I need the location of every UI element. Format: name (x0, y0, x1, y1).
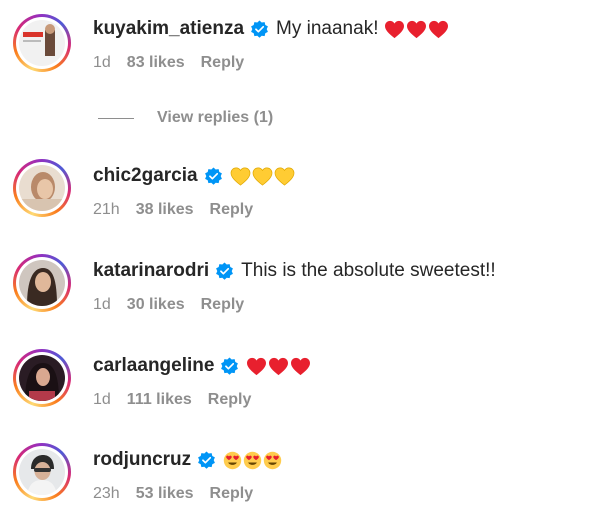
likes-count[interactable]: 30 likes (127, 296, 185, 314)
comment-item: rodjuncruz 23h 53 likes Reply (0, 443, 600, 523)
yellow-heart-icon (274, 167, 294, 186)
avatar[interactable] (13, 349, 71, 407)
likes-count[interactable]: 83 likes (127, 54, 185, 72)
divider (98, 117, 134, 119)
comment-username[interactable]: chic2garcia (93, 165, 198, 187)
view-replies-button[interactable]: View replies (1) (98, 106, 273, 130)
reply-button[interactable]: Reply (201, 296, 245, 314)
comment-username[interactable]: katarinarodri (93, 260, 209, 282)
verified-badge-icon (220, 356, 239, 376)
verified-badge-icon (197, 450, 216, 470)
comment-item: katarinarodri This is the absolute sweet… (0, 254, 600, 334)
likes-count[interactable]: 38 likes (136, 201, 194, 219)
heart-eyes-face-icon (263, 451, 282, 469)
red-heart-icon (247, 357, 267, 375)
red-heart-icon (269, 357, 289, 375)
yellow-heart-icon (252, 167, 272, 186)
heart-eyes-face-icon (223, 451, 242, 469)
comment-time: 23h (93, 485, 120, 502)
verified-badge-icon (204, 166, 223, 186)
comment-time: 1d (93, 296, 111, 313)
comment-time: 1d (93, 391, 111, 408)
comment-text: This is the absolute sweetest!! (241, 260, 496, 281)
comment-text: My inaanak! (276, 18, 379, 39)
comment-username[interactable]: carlaangeline (93, 355, 214, 377)
avatar[interactable] (13, 254, 71, 312)
view-replies-label: View replies (1) (157, 109, 274, 126)
red-heart-icon (429, 20, 449, 38)
likes-count[interactable]: 111 likes (127, 391, 192, 409)
heart-eyes-face-icon (243, 451, 262, 469)
likes-count[interactable]: 53 likes (136, 485, 194, 503)
emoji-group (223, 451, 282, 470)
emoji-group (230, 167, 295, 186)
comment-item: carlaangeline 1d 111 likes Reply (0, 349, 600, 429)
red-heart-icon (407, 20, 427, 38)
emoji-group (246, 357, 311, 376)
verified-badge-icon (250, 19, 269, 39)
avatar[interactable] (13, 443, 71, 501)
yellow-heart-icon (230, 167, 250, 186)
avatar[interactable] (13, 159, 71, 217)
reply-button[interactable]: Reply (208, 391, 252, 409)
reply-button[interactable]: Reply (210, 485, 254, 503)
comment-item: kuyakim_atienza My inaanak! 1d 83 likes … (0, 12, 600, 92)
avatar[interactable] (13, 14, 71, 72)
comment-time: 1d (93, 54, 111, 71)
verified-badge-icon (215, 261, 234, 281)
reply-button[interactable]: Reply (210, 201, 254, 219)
red-heart-icon (385, 20, 405, 38)
comment-username[interactable]: kuyakim_atienza (93, 18, 244, 40)
comment-item: chic2garcia 21h 38 likes Reply (0, 159, 600, 239)
reply-button[interactable]: Reply (201, 54, 245, 72)
red-heart-icon (291, 357, 311, 375)
comment-username[interactable]: rodjuncruz (93, 449, 191, 471)
comment-time: 21h (93, 201, 120, 218)
emoji-group (384, 20, 449, 39)
